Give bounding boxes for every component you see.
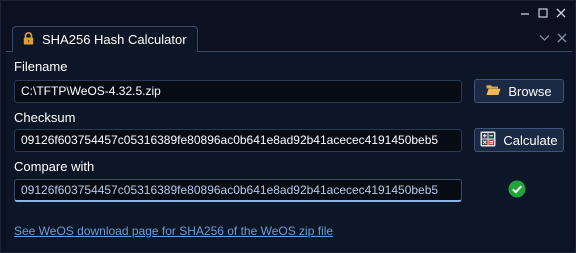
filename-field[interactable]: C:\TFTP\WeOS-4.32.5.zip: [14, 80, 462, 103]
calculator-icon: [480, 131, 496, 150]
checksum-label: Checksum: [14, 110, 76, 125]
browse-button[interactable]: Browse: [474, 79, 564, 103]
tab-title: SHA256 Hash Calculator: [42, 32, 187, 47]
calculate-button[interactable]: Calculate: [474, 128, 564, 152]
chevron-down-icon[interactable]: [537, 31, 551, 45]
check-circle-icon: [508, 180, 526, 198]
tab-controls: [537, 31, 569, 45]
calculator-panel: Filename C:\TFTP\WeOS-4.32.5.zip Browse …: [6, 51, 572, 249]
compare-field[interactable]: 09126f603754457c05316389fe80896ac0b641e8…: [14, 179, 462, 202]
maximize-icon[interactable]: [535, 5, 551, 21]
folder-open-icon: [486, 84, 501, 99]
filename-label: Filename: [14, 59, 68, 74]
minimize-icon[interactable]: [517, 5, 533, 21]
browse-button-label: Browse: [508, 83, 552, 99]
app-window: SHA256 Hash Calculator Filename C:\TFTP\…: [0, 0, 576, 253]
lock-icon: [23, 31, 34, 48]
weos-download-link[interactable]: See WeOS download page for SHA256 of the…: [14, 224, 333, 238]
close-icon[interactable]: [553, 5, 569, 21]
tab-sha256-hash-calculator[interactable]: SHA256 Hash Calculator: [12, 26, 198, 52]
tab-close-icon[interactable]: [555, 31, 569, 45]
compare-label: Compare with: [14, 159, 95, 174]
calculate-button-label: Calculate: [503, 132, 558, 148]
window-controls: [517, 5, 569, 21]
checksum-field[interactable]: 09126f603754457c05316389fe80896ac0b641e8…: [14, 129, 462, 152]
